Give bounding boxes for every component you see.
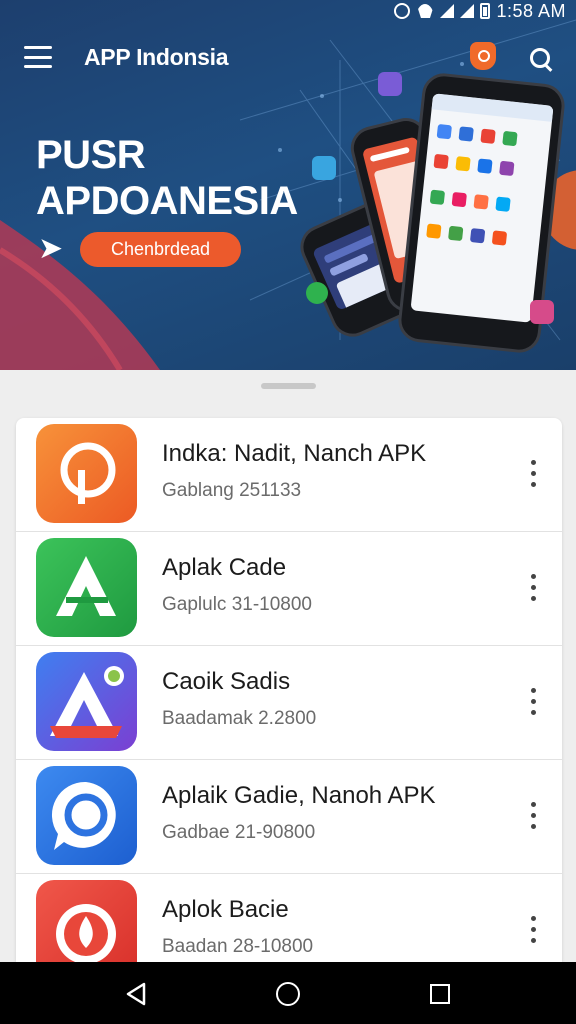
app-title: APP Indonsia — [84, 44, 229, 70]
status-bar: 1:58 AM — [0, 0, 576, 22]
more-vert-icon[interactable] — [524, 688, 544, 716]
status-time: 1:58 AM — [496, 0, 566, 21]
menu-icon[interactable] — [24, 46, 52, 68]
signal-icon — [460, 4, 475, 18]
app-icon — [36, 424, 137, 523]
floating-app-icon — [306, 282, 328, 304]
app-name: Aplok Bacie — [162, 896, 289, 923]
nav-back-icon[interactable] — [125, 982, 147, 1006]
app-meta: Gaplulc 31-10800 — [162, 594, 312, 615]
app-list-item[interactable]: Caoik Sadis Baadamak 2.2800 — [16, 646, 562, 760]
battery-icon — [480, 3, 491, 19]
hero-title-line1: PUSR — [36, 133, 146, 177]
nav-recent-icon[interactable] — [430, 984, 450, 1004]
notification-icon[interactable] — [470, 42, 496, 70]
floating-app-icon — [378, 72, 402, 96]
app-list-item[interactable]: Indka: Nadit, Nanch APK Gablang 251133 — [16, 418, 562, 532]
signal-icon — [440, 4, 455, 18]
system-navigation-bar — [0, 962, 576, 1024]
app-meta: Gadbae 21-90800 — [162, 822, 316, 843]
phone-screen — [410, 93, 554, 323]
app-icon — [36, 652, 137, 751]
app-name: Aplaik Gadie, Nanoh APK — [162, 782, 436, 809]
search-icon[interactable] — [528, 46, 554, 72]
app-icon — [36, 766, 137, 865]
app-name: Caoik Sadis — [162, 668, 291, 695]
app-name: Aplak Cade — [162, 554, 287, 581]
app-meta: Gablang 251133 — [162, 480, 302, 501]
hero-title-line2: APDOANESIA — [36, 179, 298, 223]
hero-banner: 1:58 AM APP Indonsia PUSR APDOANESIA ➤ C… — [0, 0, 576, 370]
app-name: Indka: Nadit, Nanch APK — [162, 440, 427, 467]
app-meta: Baadan 28-10800 — [162, 936, 314, 957]
download-button[interactable]: Chenbrdead — [80, 232, 241, 267]
app-bar: APP Indonsia — [0, 38, 576, 78]
more-vert-icon[interactable] — [524, 802, 544, 830]
wifi-icon — [416, 4, 434, 18]
app-icon — [36, 880, 137, 962]
floating-app-icon — [530, 300, 554, 324]
app-icon — [36, 538, 137, 637]
app-list-item[interactable]: Aplak Cade Gaplulc 31-10800 — [16, 532, 562, 646]
nav-home-icon[interactable] — [276, 982, 300, 1006]
app-list: Indka: Nadit, Nanch APK Gablang 251133 A… — [16, 418, 562, 962]
app-meta: Baadamak 2.2800 — [162, 708, 317, 729]
arrow-icon: ➤ — [38, 232, 64, 265]
hero-title: PUSR APDOANESIA — [36, 132, 298, 224]
more-vert-icon[interactable] — [524, 574, 544, 602]
app-list-item[interactable]: Aplok Bacie Baadan 28-10800 — [16, 874, 562, 962]
app-list-item[interactable]: Aplaik Gadie, Nanoh APK Gadbae 21-90800 — [16, 760, 562, 874]
drag-handle[interactable] — [261, 383, 316, 389]
alarm-icon — [394, 3, 411, 19]
more-vert-icon[interactable] — [524, 460, 544, 488]
floating-app-icon — [312, 156, 336, 180]
more-vert-icon[interactable] — [524, 916, 544, 944]
